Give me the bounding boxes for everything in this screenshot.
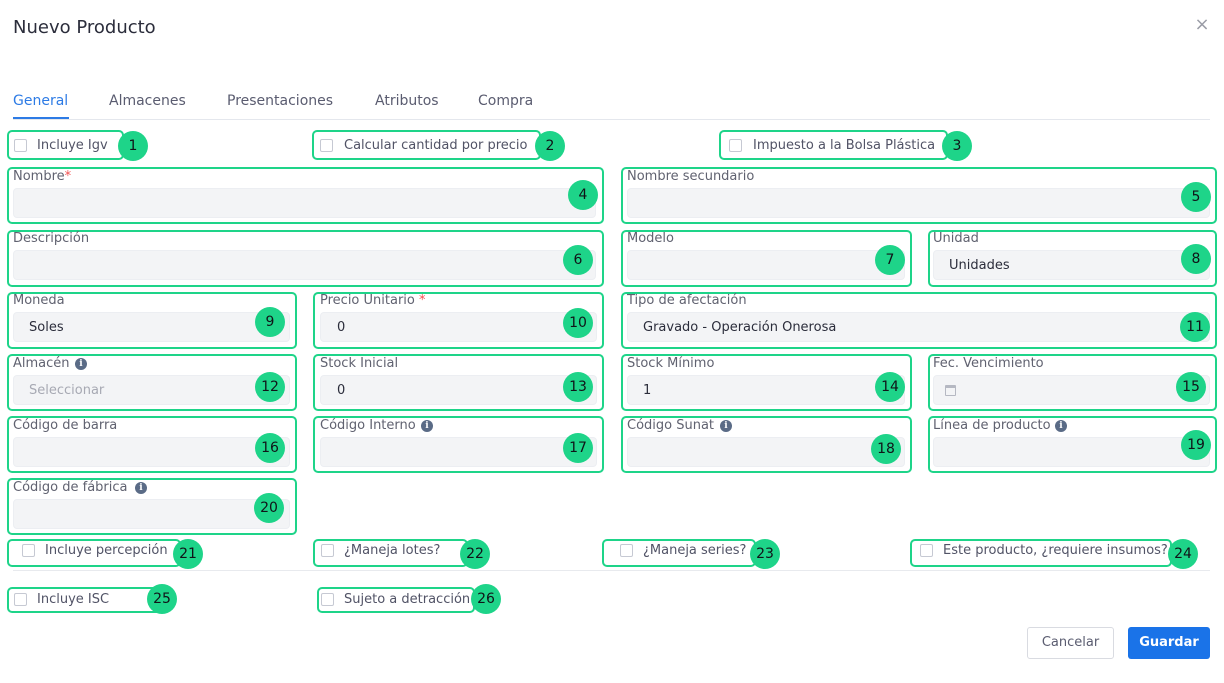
maneja-lotes-label[interactable]: ¿Maneja lotes? xyxy=(344,543,440,558)
tabs-divider xyxy=(13,119,1210,120)
stock-minimo-input[interactable] xyxy=(627,375,905,405)
incluye-isc-checkbox[interactable] xyxy=(14,593,27,606)
incluye-percepcion-checkbox[interactable] xyxy=(22,544,35,557)
codigo-interno-input[interactable] xyxy=(320,437,597,467)
codigo-sunat-label: Código Sunat xyxy=(627,418,715,433)
modelo-label: Modelo xyxy=(627,231,674,246)
badge: 3 xyxy=(942,131,972,161)
badge: 16 xyxy=(255,433,285,463)
codigo-interno-label: Código Interno xyxy=(320,418,416,433)
badge: 1 xyxy=(118,131,148,161)
section-divider xyxy=(13,570,1210,571)
fec-vencimiento-label: Fec. Vencimiento xyxy=(933,356,1044,371)
requiere-insumos-label[interactable]: Este producto, ¿requiere insumos? xyxy=(943,543,1168,558)
stock-inicial-value: 0 xyxy=(337,383,346,398)
badge: 13 xyxy=(563,372,593,402)
calendar-icon xyxy=(945,385,956,396)
precio-unitario-label: Precio Unitario * xyxy=(320,293,426,308)
badge: 14 xyxy=(875,372,905,402)
descripcion-input[interactable] xyxy=(13,250,596,280)
badge: 21 xyxy=(173,539,203,569)
info-icon[interactable]: i xyxy=(135,482,147,494)
badge: 26 xyxy=(471,584,501,614)
tab-atributos[interactable]: Atributos xyxy=(375,93,439,109)
incluye-isc-label[interactable]: Incluye ISC xyxy=(37,592,109,607)
badge: 8 xyxy=(1181,244,1211,274)
nombre-input[interactable] xyxy=(13,188,596,218)
stock-minimo-value: 1 xyxy=(643,383,652,398)
badge: 7 xyxy=(875,245,905,275)
badge: 23 xyxy=(750,539,780,569)
moneda-label: Moneda xyxy=(13,293,65,308)
badge: 2 xyxy=(535,131,565,161)
unidad-value: Unidades xyxy=(949,258,1010,273)
impuesto-bolsa-label[interactable]: Impuesto a la Bolsa Plástica xyxy=(753,138,935,153)
maneja-series-label[interactable]: ¿Maneja series? xyxy=(643,543,746,558)
impuesto-bolsa-checkbox[interactable] xyxy=(729,139,742,152)
badge: 10 xyxy=(563,308,593,338)
info-icon[interactable]: i xyxy=(75,358,87,370)
stock-inicial-input[interactable] xyxy=(320,375,597,405)
nombre-secundario-label: Nombre secundario xyxy=(627,169,755,184)
unidad-label: Unidad xyxy=(933,231,979,246)
incluye-igv-label[interactable]: Incluye Igv xyxy=(37,138,108,153)
tipo-afectacion-value: Gravado - Operación Onerosa xyxy=(643,320,837,335)
tab-active-indicator xyxy=(13,117,69,119)
tab-presentaciones[interactable]: Presentaciones xyxy=(227,93,333,109)
dialog-title: Nuevo Producto xyxy=(13,17,156,38)
modelo-input[interactable] xyxy=(627,250,905,280)
badge: 4 xyxy=(568,180,598,210)
badge: 19 xyxy=(1181,430,1211,460)
codigo-fabrica-label: Código de fábrica xyxy=(13,480,128,495)
badge: 9 xyxy=(255,307,285,337)
badge: 25 xyxy=(147,584,177,614)
badge: 20 xyxy=(254,493,284,523)
badge: 22 xyxy=(460,539,490,569)
badge: 6 xyxy=(563,245,593,275)
tab-almacenes[interactable]: Almacenes xyxy=(109,93,186,109)
maneja-series-checkbox[interactable] xyxy=(620,544,633,557)
tab-compra[interactable]: Compra xyxy=(478,93,533,109)
fec-vencimiento-input[interactable] xyxy=(933,375,1210,405)
calcular-cantidad-checkbox[interactable] xyxy=(320,139,333,152)
incluye-percepcion-label[interactable]: Incluye percepción xyxy=(45,543,168,558)
almacen-placeholder: Seleccionar xyxy=(29,383,105,398)
info-icon[interactable]: i xyxy=(421,420,433,432)
close-icon[interactable]: × xyxy=(1193,15,1211,35)
badge: 11 xyxy=(1180,312,1210,342)
sujeto-detraccion-checkbox[interactable] xyxy=(321,593,334,606)
linea-producto-select[interactable] xyxy=(933,437,1210,467)
badge: 18 xyxy=(871,434,901,464)
codigo-barra-input[interactable] xyxy=(13,437,290,467)
maneja-lotes-checkbox[interactable] xyxy=(321,544,334,557)
tipo-afectacion-label: Tipo de afectación xyxy=(627,293,747,308)
almacen-label: Almacén xyxy=(13,356,70,371)
cancel-button[interactable]: Cancelar xyxy=(1027,627,1114,659)
tab-general[interactable]: General xyxy=(13,93,68,109)
moneda-value: Soles xyxy=(29,320,64,335)
stock-minimo-label: Stock Mínimo xyxy=(627,356,715,371)
nombre-secundario-input[interactable] xyxy=(627,188,1210,218)
codigo-barra-label: Código de barra xyxy=(13,418,118,433)
precio-unitario-value: 0 xyxy=(337,320,346,335)
calcular-cantidad-label[interactable]: Calcular cantidad por precio xyxy=(344,138,527,153)
sujeto-detraccion-label[interactable]: Sujeto a detracción xyxy=(344,592,470,607)
info-icon[interactable]: i xyxy=(1055,420,1067,432)
stock-inicial-label: Stock Inicial xyxy=(320,356,399,371)
badge: 5 xyxy=(1181,182,1211,212)
badge: 17 xyxy=(563,433,593,463)
descripcion-label: Descripción xyxy=(13,231,90,246)
badge: 12 xyxy=(255,372,285,402)
nombre-label: Nombre* xyxy=(13,169,72,184)
incluye-igv-checkbox[interactable] xyxy=(14,139,27,152)
badge: 24 xyxy=(1168,539,1198,569)
codigo-fabrica-input[interactable] xyxy=(13,499,290,529)
linea-producto-label: Línea de producto xyxy=(933,418,1051,433)
requiere-insumos-checkbox[interactable] xyxy=(920,544,933,557)
codigo-sunat-input[interactable] xyxy=(627,437,905,467)
badge: 15 xyxy=(1176,372,1206,402)
info-icon[interactable]: i xyxy=(720,420,732,432)
save-button[interactable]: Guardar xyxy=(1128,627,1210,659)
precio-unitario-input[interactable] xyxy=(320,312,597,342)
